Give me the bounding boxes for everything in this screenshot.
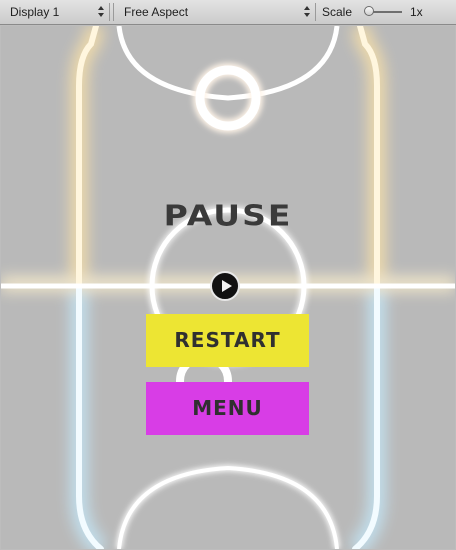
scale-slider-thumb[interactable] bbox=[364, 6, 374, 16]
scale-value: 1x bbox=[410, 5, 423, 19]
aspect-dropdown-label: Free Aspect bbox=[124, 5, 189, 19]
display-dropdown-label: Display 1 bbox=[10, 5, 60, 19]
dropdown-arrows-icon bbox=[98, 6, 104, 18]
game-view-window: Display 1 Free Aspect Scale 1x PAUSE RES… bbox=[0, 0, 456, 550]
aspect-dropdown[interactable]: Free Aspect bbox=[113, 3, 316, 21]
scale-label: Scale bbox=[322, 5, 353, 19]
menu-button[interactable]: MENU bbox=[146, 382, 309, 435]
resume-button[interactable] bbox=[210, 271, 240, 301]
scale-control: Scale 1x bbox=[320, 3, 456, 21]
restart-button[interactable]: RESTART bbox=[146, 314, 309, 367]
pause-title: PAUSE bbox=[163, 198, 293, 233]
play-icon bbox=[222, 280, 232, 292]
display-dropdown[interactable]: Display 1 bbox=[0, 3, 110, 21]
dropdown-arrows-icon bbox=[304, 6, 310, 18]
game-view-toolbar: Display 1 Free Aspect Scale 1x bbox=[0, 0, 456, 25]
game-viewport: PAUSE RESTART MENU bbox=[1, 26, 455, 549]
